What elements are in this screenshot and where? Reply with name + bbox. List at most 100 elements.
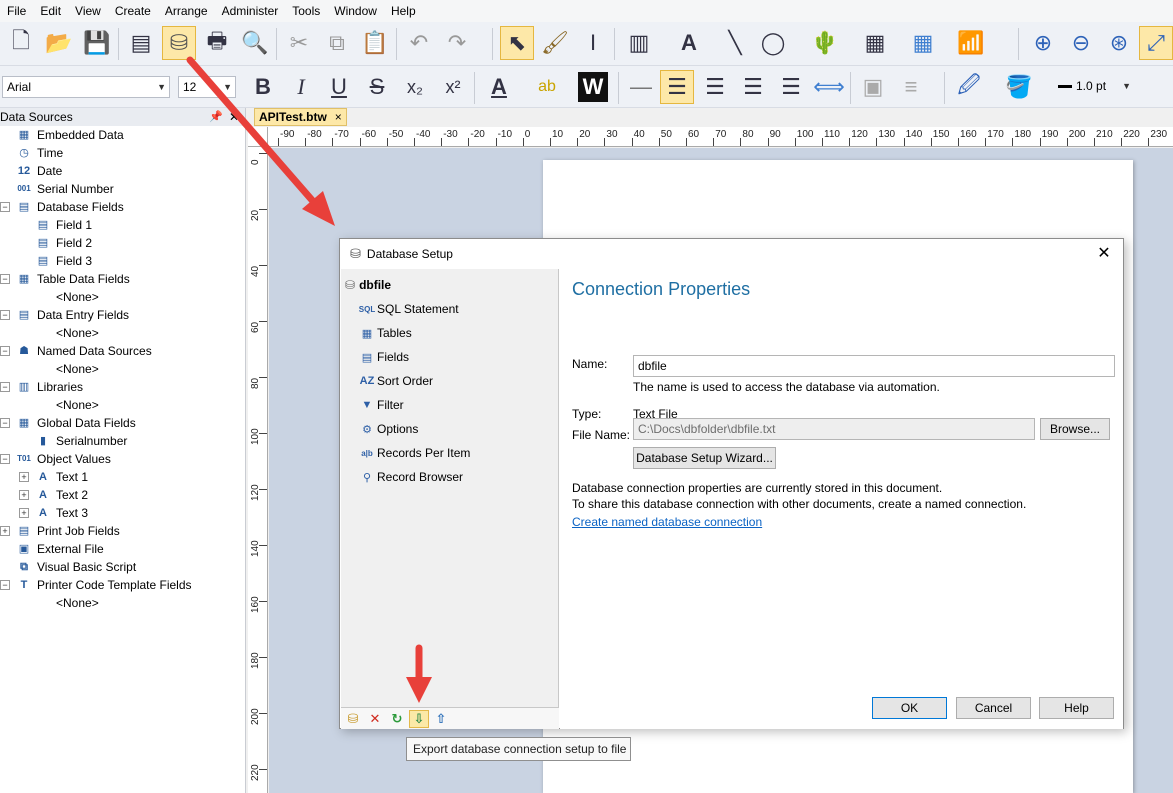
cut-icon[interactable]: ✂ <box>282 26 316 60</box>
pin-icon[interactable]: 📌 <box>209 108 223 126</box>
print-icon[interactable]: 🖶 <box>200 26 234 60</box>
subscript-icon[interactable]: x₂ <box>398 70 432 104</box>
tree-item[interactable]: 12 Date <box>16 162 62 180</box>
tree-item[interactable]: − ▥ Libraries <box>0 378 83 396</box>
arrange-icon[interactable]: ▣ <box>856 70 890 104</box>
help-button[interactable]: Help <box>1039 697 1114 719</box>
tree-item[interactable]: + ▤ Print Job Fields <box>0 522 120 540</box>
text-line-icon[interactable]: — <box>624 70 658 104</box>
font-size-combo[interactable]: 12 ▼ <box>178 76 236 98</box>
tree-item[interactable]: <None> <box>56 396 99 414</box>
nav-fields[interactable]: ▤ Fields <box>359 347 409 367</box>
create-named-connection-link[interactable]: Create named database connection <box>572 515 762 529</box>
nav-sql-statement[interactable]: SQL SQL Statement <box>359 299 459 319</box>
page-setup-icon[interactable]: ▤ <box>124 26 158 60</box>
tree-item[interactable]: <None> <box>56 324 99 342</box>
grid-tool-icon[interactable]: ▦ <box>906 26 940 60</box>
tree-item[interactable]: ▤ Field 2 <box>35 234 92 252</box>
tree-item[interactable]: + A Text 1 <box>19 468 88 486</box>
export-connection-icon[interactable]: ⇩ <box>409 709 429 728</box>
menu-create[interactable]: Create <box>108 0 158 22</box>
strikethrough-icon[interactable]: S <box>360 70 394 104</box>
align-objects-icon[interactable]: ≡ <box>894 70 928 104</box>
zoom-fit-icon[interactable]: ⊛ <box>1102 26 1136 60</box>
save-icon[interactable]: 💾 <box>80 26 114 60</box>
undo-icon[interactable]: ↶ <box>402 26 436 60</box>
database-setup-wizard-button[interactable]: Database Setup Wizard... <box>633 447 776 469</box>
font-family-combo[interactable]: Arial ▼ <box>2 76 170 98</box>
open-folder-icon[interactable]: 📂 <box>42 26 76 60</box>
collapse-icon[interactable]: − <box>0 382 10 392</box>
text-tool-icon[interactable]: A <box>672 26 706 60</box>
tree-item[interactable]: <None> <box>56 360 99 378</box>
delete-connection-icon[interactable]: ✕ <box>365 710 385 728</box>
tree-item[interactable]: ▦ Embedded Data <box>16 126 124 144</box>
collapse-icon[interactable]: − <box>0 346 10 356</box>
fill-color-icon[interactable]: 🪣 <box>1002 70 1036 104</box>
underline-icon[interactable]: U <box>322 70 356 104</box>
tree-item[interactable]: <None> <box>56 594 99 612</box>
tree-item[interactable]: ▤ Field 1 <box>35 216 92 234</box>
collapse-icon[interactable]: − <box>0 580 10 590</box>
tree-item[interactable]: ▣ External File <box>16 540 104 558</box>
database-setup-icon[interactable]: ⛁ <box>162 26 196 60</box>
refresh-connection-icon[interactable]: ↻ <box>387 710 407 728</box>
collapse-icon[interactable]: − <box>0 202 10 212</box>
collapse-icon[interactable]: − <box>0 418 10 428</box>
tree-item[interactable]: − ▤ Data Entry Fields <box>0 306 129 324</box>
menu-window[interactable]: Window <box>327 0 384 22</box>
expand-icon[interactable]: + <box>19 490 29 500</box>
name-field[interactable]: dbfile <box>633 355 1115 377</box>
tree-item[interactable]: − T01 Object Values <box>0 450 111 468</box>
rfid-icon[interactable]: 📶 <box>954 26 988 60</box>
close-tab-icon[interactable]: × <box>335 110 342 124</box>
line-color-icon[interactable]: 🖉 <box>952 70 986 104</box>
tree-item[interactable]: ⧉ Visual Basic Script <box>16 558 136 576</box>
nav-options[interactable]: ⚙ Options <box>359 419 418 439</box>
tree-item[interactable]: + A Text 2 <box>19 486 88 504</box>
tree-item[interactable]: ▮ Serialnumber <box>35 432 127 450</box>
fit-width-icon[interactable]: ⟺ <box>812 70 846 104</box>
menu-view[interactable]: View <box>68 0 108 22</box>
print-preview-icon[interactable]: 🔍 <box>238 26 272 60</box>
superscript-icon[interactable]: x² <box>436 70 470 104</box>
format-painter-icon[interactable]: 🖌 <box>538 26 572 60</box>
tree-item[interactable]: ▤ Field 3 <box>35 252 92 270</box>
nav-sort-order[interactable]: AZ Sort Order <box>359 371 433 391</box>
dialog-close-icon[interactable]: ✕ <box>1093 243 1115 265</box>
browse-button[interactable]: Browse... <box>1040 418 1110 440</box>
new-connection-icon[interactable]: ⛁ <box>343 710 363 728</box>
align-center-icon[interactable]: ☰ <box>698 70 732 104</box>
expand-icon[interactable]: + <box>19 508 29 518</box>
tree-item[interactable]: 001 Serial Number <box>16 180 113 198</box>
cancel-button[interactable]: Cancel <box>956 697 1031 719</box>
nav-records-per-item[interactable]: a|b Records Per Item <box>359 443 470 463</box>
redo-icon[interactable]: ↷ <box>440 26 474 60</box>
shape-tool-icon[interactable]: ◯ <box>756 26 790 60</box>
import-connection-icon[interactable]: ⇧ <box>431 710 451 728</box>
copy-icon[interactable]: ⧉ <box>320 26 354 60</box>
zoom-page-icon[interactable]: ⤢ <box>1139 26 1173 60</box>
zoom-in-icon[interactable]: ⊕ <box>1026 26 1060 60</box>
select-pointer-icon[interactable]: ⬉ <box>500 26 534 60</box>
expand-icon[interactable]: + <box>0 526 10 536</box>
tree-item[interactable]: + A Text 3 <box>19 504 88 522</box>
tree-item[interactable]: − ▦ Table Data Fields <box>0 270 130 288</box>
nav-tables[interactable]: ▦ Tables <box>359 323 412 343</box>
tree-item[interactable]: − ▤ Database Fields <box>0 198 124 216</box>
text-cursor-icon[interactable]: I <box>576 26 610 60</box>
bold-icon[interactable]: B <box>246 70 280 104</box>
ok-button[interactable]: OK <box>872 697 947 719</box>
collapse-icon[interactable]: − <box>0 274 10 284</box>
nav-root-dbfile[interactable]: ⛁ dbfile <box>345 275 391 295</box>
font-color-icon[interactable]: A <box>482 70 516 104</box>
document-tab[interactable]: APITest.btw × <box>254 108 347 126</box>
tree-item[interactable]: ◷ Time <box>16 144 63 162</box>
zoom-out-icon[interactable]: ⊖ <box>1064 26 1098 60</box>
nav-record-browser[interactable]: ⚲ Record Browser <box>359 467 463 487</box>
new-document-icon[interactable]: 🗋 <box>4 26 38 60</box>
align-right-icon[interactable]: ☰ <box>736 70 770 104</box>
justify-icon[interactable]: ☰ <box>774 70 808 104</box>
expand-icon[interactable]: + <box>19 472 29 482</box>
close-icon[interactable]: ✕ <box>229 108 239 126</box>
